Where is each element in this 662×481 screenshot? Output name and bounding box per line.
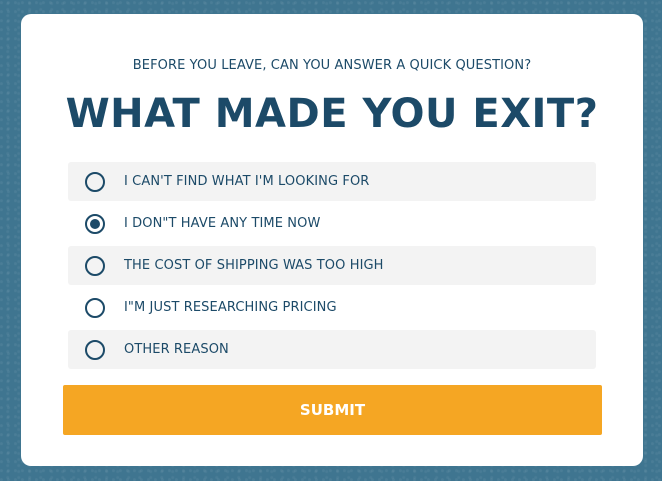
modal-subtitle: BEFORE YOU LEAVE, CAN YOU ANSWER A QUICK… — [132, 58, 532, 73]
option-researching-pricing[interactable]: I"M JUST RESEARCHING PRICING — [68, 288, 596, 327]
reason-options: I CAN'T FIND WHAT I'M LOOKING FOR I DON"… — [68, 162, 596, 372]
modal-title: WHAT MADE YOU EXIT? — [65, 91, 599, 137]
radio-button[interactable] — [85, 339, 105, 360]
option-cant-find[interactable]: I CAN'T FIND WHAT I'M LOOKING FOR — [68, 162, 596, 201]
option-label: I CAN'T FIND WHAT I'M LOOKING FOR — [124, 174, 370, 189]
option-label: I"M JUST RESEARCHING PRICING — [124, 300, 337, 315]
option-other-reason[interactable]: OTHER REASON — [68, 330, 596, 369]
exit-survey-modal: BEFORE YOU LEAVE, CAN YOU ANSWER A QUICK… — [21, 14, 643, 466]
option-shipping-cost[interactable]: THE COST OF SHIPPING WAS TOO HIGH — [68, 246, 596, 285]
option-no-time[interactable]: I DON"T HAVE ANY TIME NOW — [68, 204, 596, 243]
option-label: THE COST OF SHIPPING WAS TOO HIGH — [124, 258, 384, 273]
radio-button[interactable] — [85, 255, 105, 276]
submit-button[interactable]: SUBMIT — [63, 385, 602, 435]
radio-button[interactable] — [85, 171, 105, 192]
option-label: I DON"T HAVE ANY TIME NOW — [124, 216, 321, 231]
option-label: OTHER REASON — [124, 342, 229, 357]
radio-button[interactable] — [85, 213, 105, 234]
radio-button[interactable] — [85, 297, 105, 318]
radio-dot — [90, 218, 100, 229]
